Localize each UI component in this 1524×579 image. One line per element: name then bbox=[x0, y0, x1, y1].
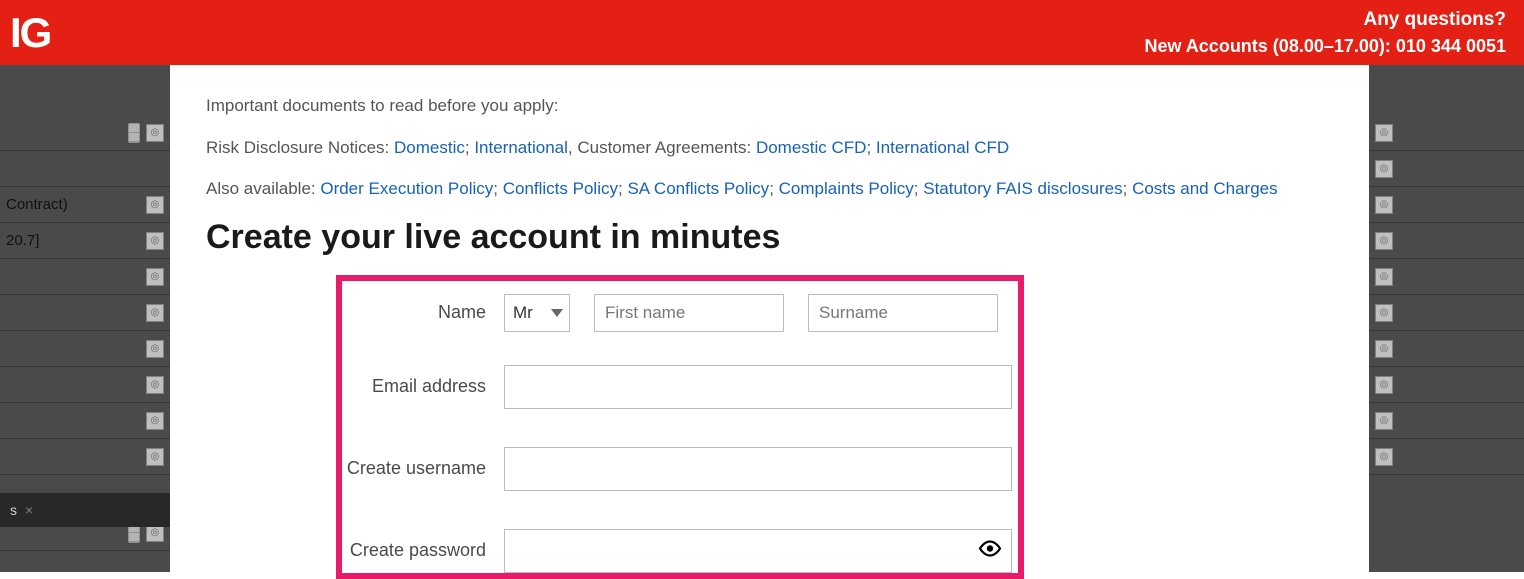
link-complaints-policy[interactable]: Complaints Policy bbox=[779, 179, 914, 198]
intro-line-2: Risk Disclosure Notices: Domestic; Inter… bbox=[206, 135, 1333, 161]
label-username: Create username bbox=[344, 458, 504, 479]
row-password: Create password bbox=[342, 529, 1018, 573]
target-icon: ◎ bbox=[146, 268, 164, 286]
page-title: Create your live account in minutes bbox=[206, 218, 1333, 257]
top-header: IG Any questions? New Accounts (08.00–17… bbox=[0, 0, 1524, 65]
intro-line-3: Also available: Order Execution Policy; … bbox=[206, 176, 1333, 202]
bg-text-contract: Contract) bbox=[6, 196, 68, 213]
target-icon: ◎ bbox=[146, 124, 164, 142]
target-icon: ◎ bbox=[146, 304, 164, 322]
target-icon: ◎ bbox=[1375, 268, 1393, 286]
intro-text: Important documents to read before you a… bbox=[206, 93, 1333, 202]
bg-left-column: ◎ Contract)◎ 20.7]◎ ◎ ◎ ◎ ◎ ◎ ◎ s × ◎ bbox=[0, 65, 170, 572]
label-email: Email address bbox=[344, 376, 504, 397]
target-icon: ◎ bbox=[1375, 340, 1393, 358]
bg-right-column: ◎ ◎ ◎ ◎ ◎ ◎ ◎ ◎ ◎ ◎ bbox=[1369, 65, 1524, 572]
label-name: Name bbox=[344, 302, 504, 323]
target-icon: ◎ bbox=[146, 340, 164, 358]
email-input[interactable] bbox=[504, 365, 1012, 409]
target-icon: ◎ bbox=[1375, 448, 1393, 466]
signup-form-highlight: Name Mr Email address Create username Cr… bbox=[336, 275, 1024, 579]
eye-icon[interactable] bbox=[978, 536, 1002, 565]
target-icon: ◎ bbox=[1375, 412, 1393, 430]
target-icon: ◎ bbox=[146, 448, 164, 466]
link-order-execution-policy[interactable]: Order Execution Policy bbox=[320, 179, 493, 198]
target-icon: ◎ bbox=[1375, 304, 1393, 322]
row-username: Create username bbox=[342, 447, 1018, 491]
target-icon: ◎ bbox=[1375, 196, 1393, 214]
target-icon: ◎ bbox=[1375, 160, 1393, 178]
link-domestic-cfd[interactable]: Domestic CFD bbox=[756, 138, 867, 157]
label-password: Create password bbox=[344, 540, 504, 561]
target-icon: ◎ bbox=[1375, 376, 1393, 394]
bg-text-price: 20.7] bbox=[6, 232, 39, 249]
surname-input[interactable] bbox=[808, 294, 998, 332]
chevron-down-icon bbox=[551, 309, 563, 317]
link-fais-disclosures[interactable]: Statutory FAIS disclosures bbox=[923, 179, 1122, 198]
link-international[interactable]: International bbox=[474, 138, 568, 157]
any-questions-text: Any questions? bbox=[1144, 6, 1506, 34]
intro-line-1: Important documents to read before you a… bbox=[206, 93, 1333, 119]
username-input[interactable] bbox=[504, 447, 1012, 491]
bg-tab-label: s bbox=[10, 502, 17, 518]
link-conflicts-policy[interactable]: Conflicts Policy bbox=[503, 179, 618, 198]
link-international-cfd[interactable]: International CFD bbox=[876, 138, 1009, 157]
close-icon: × bbox=[25, 502, 33, 518]
logo: IG bbox=[10, 9, 50, 57]
row-name: Name Mr bbox=[342, 291, 1018, 335]
target-icon: ◎ bbox=[1375, 124, 1393, 142]
row-email: Email address bbox=[342, 365, 1018, 409]
target-icon: ◎ bbox=[146, 412, 164, 430]
header-right: Any questions? New Accounts (08.00–17.00… bbox=[1144, 6, 1506, 60]
new-accounts-phone: New Accounts (08.00–17.00): 010 344 0051 bbox=[1144, 33, 1506, 59]
password-input[interactable] bbox=[504, 529, 1012, 573]
target-icon: ◎ bbox=[146, 232, 164, 250]
first-name-input[interactable] bbox=[594, 294, 784, 332]
bg-tab-bar: s × bbox=[0, 493, 170, 527]
title-select-value: Mr bbox=[513, 303, 533, 323]
target-icon: ◎ bbox=[146, 196, 164, 214]
main-panel: Important documents to read before you a… bbox=[170, 65, 1369, 572]
link-sa-conflicts-policy[interactable]: SA Conflicts Policy bbox=[627, 179, 769, 198]
stepper-icon bbox=[128, 123, 140, 143]
link-domestic[interactable]: Domestic bbox=[394, 138, 465, 157]
target-icon: ◎ bbox=[1375, 232, 1393, 250]
target-icon: ◎ bbox=[146, 376, 164, 394]
link-costs-charges[interactable]: Costs and Charges bbox=[1132, 179, 1278, 198]
title-select[interactable]: Mr bbox=[504, 294, 570, 332]
